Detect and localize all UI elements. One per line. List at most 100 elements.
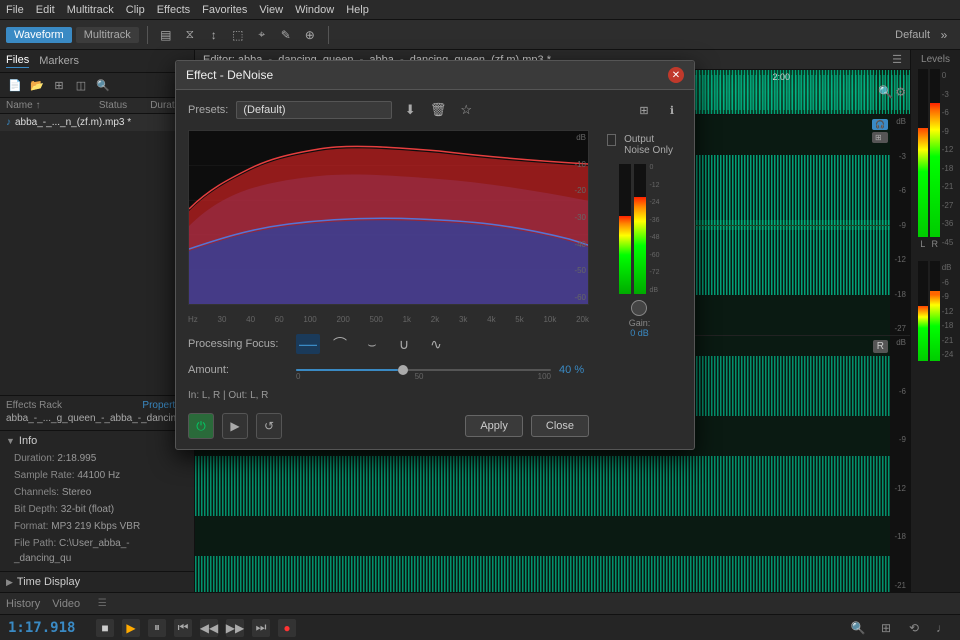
overview-zoom-in-icon[interactable]: 🔍 <box>878 85 893 99</box>
play-button[interactable]: ▶ <box>122 619 140 637</box>
info-toggle[interactable]: ▼ Info <box>6 435 188 447</box>
focus-wave-icon[interactable]: ∿ <box>424 334 448 354</box>
level-label-l: L <box>920 239 925 249</box>
file-view-icon[interactable]: ◫ <box>72 76 90 94</box>
file-list-item[interactable]: ♪ abba_-_..._n_(zf.m).mp3 * <box>0 114 194 131</box>
tab-video[interactable]: Video <box>52 598 80 610</box>
focus-curve1-icon[interactable]: ⌒ <box>328 334 352 354</box>
loop-icon[interactable]: ⟲ <box>904 618 924 638</box>
output-noise-checkbox[interactable] <box>607 134 616 146</box>
amount-slider[interactable]: 0 50 100 <box>296 360 551 380</box>
time-display-toggle[interactable]: ▶ Time Display <box>0 571 194 592</box>
menu-window[interactable]: Window <box>295 4 334 16</box>
channel-l-icon[interactable]: 🎧 <box>872 119 888 130</box>
dialog-titlebar[interactable]: Effect - DeNoise ✕ <box>176 61 694 90</box>
samplerate-value: 44100 Hz <box>77 470 120 481</box>
amount-slider-track <box>296 369 551 371</box>
dialog-play-button[interactable]: ▶ <box>222 413 248 439</box>
zoom-icon[interactable]: ⊕ <box>300 25 320 45</box>
menu-file[interactable]: File <box>6 4 24 16</box>
toolbar-icon-1[interactable]: ▤ <box>156 25 176 45</box>
lasso-icon[interactable]: ⌖ <box>252 25 272 45</box>
cursor-tool-icon[interactable]: ↕ <box>204 25 224 45</box>
apply-button[interactable]: Apply <box>465 415 523 437</box>
time-display-label: Time Display <box>17 576 80 588</box>
save-preset-icon[interactable]: ⬇ <box>400 100 420 120</box>
brush-icon[interactable]: ✎ <box>276 25 296 45</box>
close-button[interactable]: Close <box>531 415 589 437</box>
tab-files[interactable]: Files <box>6 54 29 68</box>
col-status-header: Status <box>93 100 133 111</box>
rewind-button[interactable]: ◀◀ <box>200 619 218 637</box>
delete-preset-icon[interactable]: 🗑 <box>428 100 448 120</box>
dialog-close-button[interactable]: ✕ <box>668 67 684 83</box>
menu-view[interactable]: View <box>259 4 283 16</box>
eq-graph: dB -10 -20 -30 -40 -50 -60 <box>188 130 589 305</box>
menu-multitrack[interactable]: Multitrack <box>67 4 114 16</box>
waveform-mode-button[interactable]: Waveform <box>6 27 72 43</box>
file-search-icon[interactable]: 🔍 <box>94 76 112 94</box>
file-name-label: abba_-_..._n_(zf.m).mp3 * <box>15 117 188 128</box>
zoom-tool-icon[interactable]: 🔍 <box>848 618 868 638</box>
open-file-icon[interactable]: 📂 <box>28 76 46 94</box>
gain-meter-bar-r <box>634 164 646 294</box>
level-scale-2: dB -6 -9 -12 -18 -21 -24 <box>942 261 954 361</box>
level-meter-r2 <box>930 261 940 381</box>
bottom-panel-menu-icon[interactable]: ☰ <box>92 594 112 614</box>
dialog-loop-button[interactable]: ↺ <box>256 413 282 439</box>
goto-start-button[interactable]: ⏮ <box>174 619 192 637</box>
stop-button[interactable]: ■ <box>96 619 114 637</box>
presets-select[interactable]: (Default) <box>236 101 392 119</box>
editor-menu-icon[interactable]: ☰ <box>892 53 902 66</box>
amount-value-display: 40 % <box>559 364 589 376</box>
toolbar-icon-2[interactable]: ⧖ <box>180 25 200 45</box>
menu-favorites[interactable]: Favorites <box>202 4 247 16</box>
goto-end-button[interactable]: ⏭ <box>252 619 270 637</box>
menu-clip[interactable]: Clip <box>126 4 145 16</box>
file-options-icon[interactable]: ⊞ <box>50 76 68 94</box>
favorite-preset-icon[interactable]: ☆ <box>456 100 476 120</box>
fast-forward-button[interactable]: ▶▶ <box>226 619 244 637</box>
right-levels-panel: Levels L R 0 -3 -6 -9 -12 <box>910 50 960 592</box>
level-scale: 0 -3 -6 -9 -12 -18 -21 -27 -36 -45 <box>942 69 954 249</box>
menu-edit[interactable]: Edit <box>36 4 55 16</box>
info-section: ▼ Info Duration: 2:18.995 Sample Rate: 4… <box>0 430 194 571</box>
effects-track-name: abba_-_..._g_queen_-_abba_-_dancing <box>6 411 188 426</box>
info-channels-row: Channels: Stereo <box>6 484 188 501</box>
info-duration-row: Duration: 2:18.995 <box>6 450 188 467</box>
tab-history[interactable]: History <box>6 598 40 610</box>
focus-valley-icon[interactable]: ∪ <box>392 334 416 354</box>
focus-flat-icon[interactable]: — <box>296 334 320 354</box>
menu-help[interactable]: Help <box>346 4 369 16</box>
level-meter-l2 <box>918 261 928 381</box>
pause-button[interactable]: ⏸ <box>148 619 166 637</box>
effects-section: Effects Rack Properties abba_-_..._g_que… <box>0 395 194 430</box>
record-button[interactable]: ● <box>278 619 296 637</box>
denoise-dialog: Effect - DeNoise ✕ Presets: (Default) ⬇ … <box>175 60 695 450</box>
new-file-icon[interactable]: 📄 <box>6 76 24 94</box>
bottom-transport-bar: 1:17.918 ■ ▶ ⏸ ⏮ ◀◀ ▶▶ ⏭ ● 🔍 ⊞ ⟲ ♩ <box>0 614 960 640</box>
filepath-label: File Path: <box>14 538 56 549</box>
selection-icon[interactable]: ⬚ <box>228 25 248 45</box>
channel-r-icon[interactable]: R <box>873 340 888 353</box>
info-bitdepth-row: Bit Depth: 32-bit (float) <box>6 501 188 518</box>
gain-knob[interactable] <box>631 300 647 316</box>
overview-settings-icon[interactable]: ⚙ <box>895 85 906 99</box>
multitrack-mode-button[interactable]: Multitrack <box>76 27 139 43</box>
snap-icon[interactable]: ⊞ <box>876 618 896 638</box>
info-icon[interactable]: ℹ <box>662 100 682 120</box>
focus-curve2-icon[interactable]: ⌣ <box>360 334 384 354</box>
presets-label: Presets: <box>188 104 228 116</box>
channel-m-icon[interactable]: ⊞ <box>872 132 888 143</box>
settings-icon[interactable]: ⊞ <box>634 100 654 120</box>
toolbar-expand-icon[interactable]: » <box>934 25 954 45</box>
tab-markers[interactable]: Markers <box>39 55 79 68</box>
toolbar-divider <box>147 26 148 44</box>
panel-tabs: Files Markers <box>0 50 194 73</box>
power-button[interactable]: ⏻ <box>188 413 214 439</box>
menu-effects[interactable]: Effects <box>157 4 190 16</box>
samplerate-label: Sample Rate: <box>14 470 75 481</box>
metronome-icon[interactable]: ♩ <box>932 618 952 638</box>
duration-label: Duration: <box>14 453 55 464</box>
levels-title: Levels <box>921 54 950 65</box>
